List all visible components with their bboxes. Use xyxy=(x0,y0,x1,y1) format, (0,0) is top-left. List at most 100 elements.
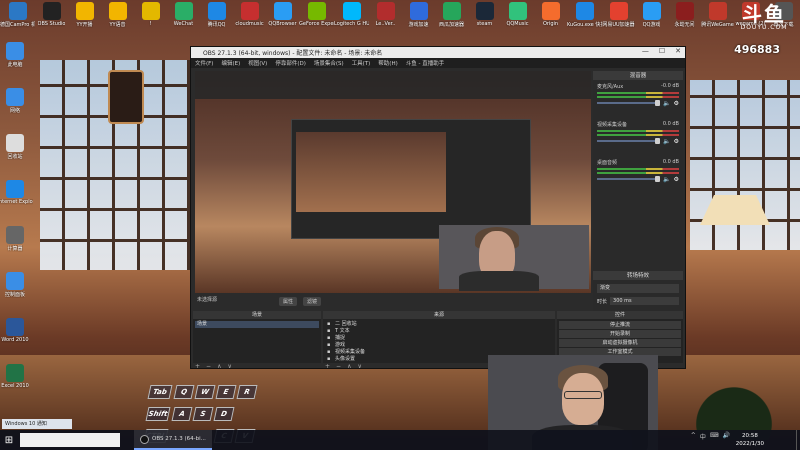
desktop-shortcut[interactable]: 腾讯WeGame xyxy=(701,0,734,36)
list-footer-button[interactable]: ∧ xyxy=(217,363,221,370)
speaker-icon[interactable]: 🔈 xyxy=(663,138,670,145)
desktop-shortcut[interactable]: 网络 xyxy=(0,86,30,132)
room-id: 496883 xyxy=(734,43,780,56)
desktop-shortcut[interactable]: YY开播 xyxy=(68,0,101,36)
desktop-shortcut[interactable]: QQBrowser xyxy=(266,0,299,36)
mixer-channel-header: 视频采集设备 0.0 dB xyxy=(597,121,679,128)
volume-fader[interactable]: 🔈 ⚙ xyxy=(597,138,679,145)
menu-item[interactable]: 场景集合(S) xyxy=(314,59,344,67)
desktop-shortcut[interactable]: 德国CamPro 机器 xyxy=(0,0,35,36)
desktop-shortcut[interactable]: steam xyxy=(468,0,501,36)
desktop-shortcut[interactable]: 永劫无间 xyxy=(668,0,701,36)
desktop-shortcut[interactable]: WeChat xyxy=(167,0,200,36)
fader-knob[interactable] xyxy=(655,138,661,144)
taskbar-search[interactable] xyxy=(20,433,120,447)
menu-item[interactable]: 帮助(H) xyxy=(378,59,397,67)
desktop-shortcut[interactable]: Word 2010 xyxy=(0,316,30,362)
scene-item[interactable]: 场景 xyxy=(195,321,319,328)
list-footer-button[interactable]: ∨ xyxy=(357,363,361,370)
desktop-shortcut[interactable]: ! xyxy=(134,0,167,36)
list-footer-button[interactable]: ∨ xyxy=(227,363,231,370)
windows-icon[interactable]: ⊞ xyxy=(0,430,18,450)
desktop-shortcut[interactable]: 控制面板 xyxy=(0,270,30,316)
recycle-bin-icon xyxy=(6,134,24,152)
control-button[interactable]: 停止推流 xyxy=(559,321,681,329)
tray-icon[interactable]: ⌨ xyxy=(710,432,719,441)
volume-fader[interactable]: 🔈 ⚙ xyxy=(597,176,679,183)
fader-knob[interactable] xyxy=(655,176,661,182)
desktop-shortcut[interactable]: 此电脑 xyxy=(0,40,30,86)
list-footer-button[interactable]: − xyxy=(206,363,211,370)
control-panel-icon xyxy=(6,272,24,290)
list-footer-button[interactable]: ∧ xyxy=(347,363,351,370)
obs-window[interactable]: OBS 27.1.3 (64-bit, windows) - 配置文件: 未命名… xyxy=(190,46,686,370)
desktop-shortcut[interactable]: Le..Ver.. xyxy=(369,0,402,36)
desktop-shortcut[interactable]: cloudmusic xyxy=(233,0,266,36)
fader-track[interactable] xyxy=(597,138,661,144)
desktop-shortcut[interactable]: 计算器 xyxy=(0,224,30,270)
desktop-shortcut[interactable]: Origin xyxy=(534,0,567,36)
fader-track[interactable] xyxy=(597,100,661,106)
fader-knob[interactable] xyxy=(655,100,661,106)
desktop-shortcut[interactable]: YY语音 xyxy=(101,0,134,36)
desktop-shortcut[interactable]: Internet Explorer xyxy=(0,178,33,224)
desktop-shortcut[interactable]: Excel 2010 xyxy=(0,362,30,408)
desktop-shortcut[interactable]: 回收站 xyxy=(0,132,30,178)
taskbar: ⊞ OBS 27.1.3 (64-bi... ^ 中 ⌨ 🔊 20:58 2022/1… xyxy=(0,430,800,450)
list-footer-button[interactable]: + xyxy=(325,363,330,370)
maximize-icon[interactable]: ☐ xyxy=(659,47,665,55)
volume-meter xyxy=(597,172,679,174)
control-button[interactable]: 开始录制 xyxy=(559,330,681,338)
gear-icon[interactable]: ⚙ xyxy=(674,176,679,183)
list-footer-button[interactable]: + xyxy=(195,363,200,370)
duration-field[interactable]: 300 ms xyxy=(610,297,679,305)
source-item[interactable]: T 文本 xyxy=(325,328,553,335)
filters-button[interactable]: 滤镜 xyxy=(303,297,322,306)
taskbar-obs-app[interactable]: OBS 27.1.3 (64-bi... xyxy=(134,430,212,450)
menu-item[interactable]: 工具(T) xyxy=(352,59,371,67)
desktop-shortcut-label: QQBrowser xyxy=(268,21,297,27)
menu-item[interactable]: 视图(V) xyxy=(248,59,267,67)
menu-item[interactable]: 文件(F) xyxy=(195,59,213,67)
gear-icon[interactable]: ⚙ xyxy=(674,138,679,145)
desktop-shortcut[interactable]: KuGou.exe 快捷方式 xyxy=(567,0,602,36)
menu-item[interactable]: 编辑(E) xyxy=(221,59,240,67)
list-footer-button[interactable]: − xyxy=(336,363,341,370)
desktop-shortcut[interactable]: 腾讯QQ xyxy=(200,0,233,36)
obs-title-bar[interactable]: OBS 27.1.3 (64-bit, windows) - 配置文件: 未命名… xyxy=(191,47,685,58)
taskbar-clock[interactable]: 20:58 2022/1/30 xyxy=(736,432,764,448)
desktop-shortcut[interactable]: 游戏加速 xyxy=(402,0,435,36)
properties-button[interactable]: 属性 xyxy=(279,297,298,306)
menu-item[interactable]: 停靠部件(D) xyxy=(275,59,306,67)
source-item[interactable]: 二 回收站 xyxy=(325,321,553,328)
notification-toast[interactable]: Windows 10 通知 xyxy=(2,419,72,429)
tray-icon[interactable]: 中 xyxy=(700,432,706,441)
desktop-shortcut[interactable]: GeForce Experience xyxy=(299,0,334,36)
control-button[interactable]: 启动虚拟摄像机 xyxy=(559,339,681,347)
obs-preview[interactable] xyxy=(195,71,591,293)
ie-icon xyxy=(6,180,24,198)
show-desktop-button[interactable] xyxy=(796,430,800,450)
desktop-shortcut[interactable]: OBS Studio xyxy=(35,0,68,36)
source-item[interactable]: 捕捉 xyxy=(325,335,553,342)
source-item[interactable]: 游戏 xyxy=(325,342,553,349)
close-icon[interactable]: ✕ xyxy=(675,47,681,55)
scenes-list: 场景 xyxy=(193,319,321,363)
menu-item[interactable]: 斗鱼 - 直播助手 xyxy=(406,59,444,67)
transition-select[interactable]: 渐变 xyxy=(597,284,679,293)
tray-icon[interactable]: 🔊 xyxy=(723,432,730,441)
speaker-icon[interactable]: 🔈 xyxy=(663,100,670,107)
fader-track[interactable] xyxy=(597,176,661,182)
tray-icon[interactable]: ^ xyxy=(691,432,696,441)
desktop-shortcut[interactable]: QQMusic xyxy=(501,0,534,36)
gear-icon[interactable]: ⚙ xyxy=(674,100,679,107)
speaker-icon[interactable]: 🔈 xyxy=(663,176,670,183)
desktop-shortcut[interactable]: 西瓜加速器 xyxy=(435,0,468,36)
desktop-shortcut[interactable]: QQ游戏 xyxy=(635,0,668,36)
volume-fader[interactable]: 🔈 ⚙ xyxy=(597,100,679,107)
scenes-dock-title: 场景 xyxy=(193,311,321,319)
desktop-shortcut-label: 腾讯QQ xyxy=(207,22,226,28)
desktop-shortcut[interactable]: 网易UU加速器 xyxy=(602,0,635,36)
minimize-icon[interactable]: — xyxy=(642,47,649,55)
desktop-shortcut[interactable]: Logitech G HUB xyxy=(334,0,369,36)
